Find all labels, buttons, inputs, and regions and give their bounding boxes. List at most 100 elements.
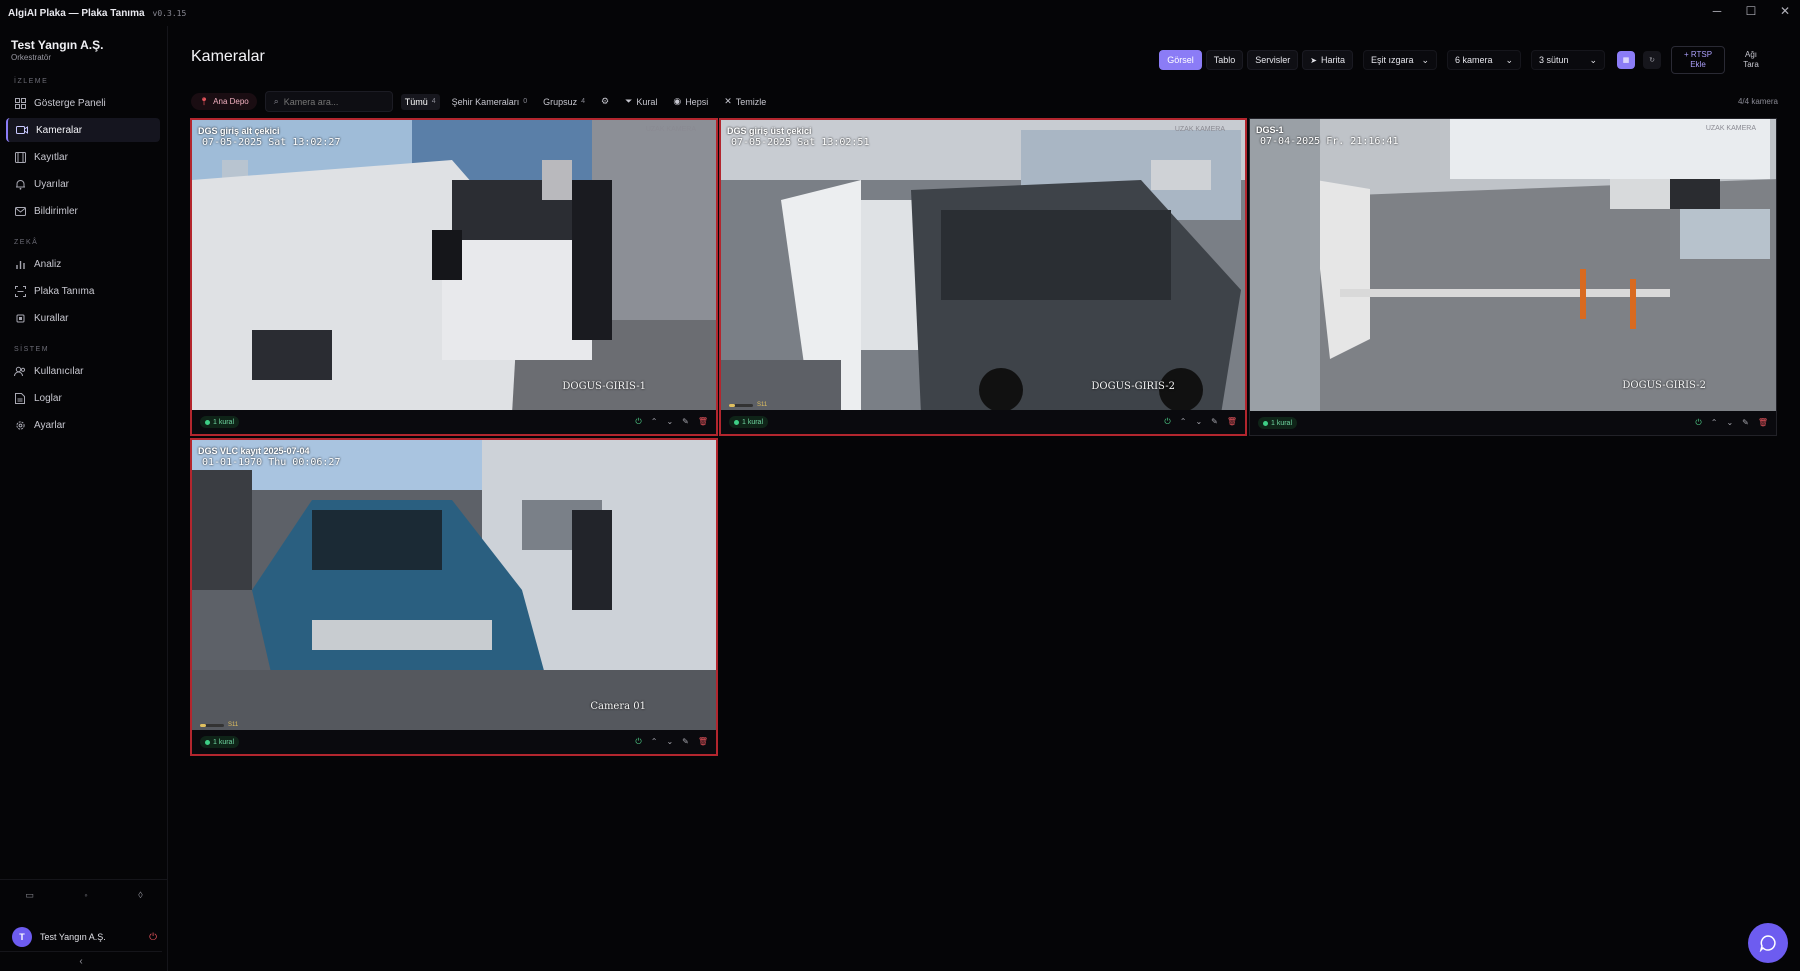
sidebar-item-notifications[interactable]: Bildirimler (6, 199, 160, 223)
rule-badge-label: 1 kural (1271, 419, 1293, 427)
chevron-down-icon: ⌄ (1421, 54, 1429, 65)
sidebar-item-label: Ayarlar (34, 419, 66, 431)
clear-filters-button[interactable]: ✕ Temizle (720, 94, 770, 110)
rule-badge[interactable]: 1 kural (200, 416, 240, 428)
view-visual-button[interactable]: Görsel (1159, 50, 1202, 70)
trash-icon[interactable]: 🗑︎ (1758, 418, 1768, 428)
camera-name: DGS VLC kayıt 2025-07-04 (198, 446, 310, 456)
refresh-button[interactable]: ↻ (1643, 51, 1661, 69)
chat-button[interactable] (1748, 923, 1788, 963)
chevron-down-icon[interactable]: ⌄ (1195, 417, 1202, 427)
sidebar-item-users[interactable]: Kullanıcılar (6, 359, 160, 383)
rule-badge[interactable]: 1 kural (1258, 417, 1298, 429)
camera-feed[interactable]: DGS-1 07-04-2025 Fr. 21:16:41 UZAK KAMER… (1250, 119, 1776, 413)
chevron-down-icon[interactable]: ⌄ (1726, 418, 1733, 428)
view-map-button[interactable]: ➤ Harita (1302, 50, 1353, 70)
filter-tab-all[interactable]: Tümü 4 (400, 93, 440, 110)
sidebar-item-rules[interactable]: Kurallar (6, 306, 160, 330)
rule-badge[interactable]: 1 kural (200, 736, 240, 748)
group-settings-button[interactable]: ⚙︎ (597, 94, 613, 110)
status-dot (205, 739, 210, 745)
camera-tile[interactable]: DGS-1 07-04-2025 Fr. 21:16:41 UZAK KAMER… (1249, 118, 1777, 436)
camera-count-select[interactable]: 6 kamera ⌄ (1447, 50, 1521, 70)
view-table-button[interactable]: Tablo (1205, 50, 1244, 70)
chevron-up-icon[interactable]: ⌃ (1180, 417, 1187, 427)
alarm-icon[interactable]: ◊ (138, 890, 142, 901)
trash-icon[interactable]: 🗑︎ (698, 737, 708, 747)
pin-icon: 📍︎ (199, 97, 210, 106)
chevron-up-icon[interactable]: ⌃ (1711, 418, 1718, 428)
filter-tab-city[interactable]: Şehir Kameraları 0 (448, 94, 531, 110)
signal-label: S11 (228, 722, 239, 728)
video-icon (16, 124, 28, 136)
power-icon[interactable]: ⏻ (635, 737, 641, 747)
edit-icon[interactable]: ✎ (1211, 417, 1218, 427)
sidebar-item-analysis[interactable]: Analiz (6, 252, 160, 276)
grid-view-toggle[interactable]: ▦ (1617, 51, 1635, 69)
cpu-icon (14, 312, 26, 324)
camera-tile[interactable]: DGS giriş üst çekici 07-05-2025 Sat 13:0… (719, 118, 1247, 436)
warehouse-label: Ana Depo (213, 97, 249, 106)
sidebar: Test Yangın A.Ş. Orkestratör İZLEME Göst… (0, 26, 168, 971)
sidebar-item-settings[interactable]: Ayarlar (6, 413, 160, 437)
camera-feed[interactable]: DGS giriş alt çekici 07-05-2025 Sat 13:0… (192, 120, 716, 414)
org-block: Test Yangın A.Ş. Orkestratör (0, 26, 167, 62)
trash-icon[interactable]: 🗑︎ (698, 417, 708, 427)
rule-badge[interactable]: 1 kural (729, 416, 769, 428)
signal-label: S11 (757, 402, 768, 408)
sidebar-item-alerts[interactable]: Uyarılar (6, 172, 160, 196)
camera-feed[interactable]: DGS giriş üst çekici 07-05-2025 Sat 13:0… (721, 120, 1245, 414)
camera-feed[interactable]: DGS VLC kayıt 2025-07-04 01-01-1970 Thu … (192, 440, 716, 734)
sidebar-item-label: Gösterge Paneli (34, 97, 106, 109)
filter-tab-label: Tümü (404, 96, 428, 107)
grid-icon (14, 97, 26, 109)
power-icon[interactable]: ⏻ (1164, 417, 1170, 427)
chevron-up-icon[interactable]: ⌃ (651, 417, 658, 427)
signal-bar (729, 403, 753, 407)
maximize-icon[interactable]: ☐ (1744, 4, 1758, 18)
filter-tab-ungrouped[interactable]: Grupsuz 4 (539, 94, 589, 110)
column-select-value: 3 sütun (1539, 55, 1569, 65)
user-profile[interactable]: T Test Yangın A.Ş. ⏻ (12, 927, 157, 947)
location-icon[interactable]: ◦ (84, 890, 87, 901)
edit-icon[interactable]: ✎ (682, 417, 689, 427)
chevron-down-icon[interactable]: ⌄ (666, 737, 673, 747)
signal-indicator: S11 (200, 722, 238, 728)
monitor-icon[interactable]: ▭ (25, 890, 34, 901)
search-input[interactable] (283, 96, 384, 107)
camera-footer: 1 kural ⏻ ⌃ ⌄ ✎ 🗑︎ (1250, 411, 1776, 435)
minimize-icon[interactable]: ─ (1710, 4, 1724, 18)
sidebar-item-plate[interactable]: Plaka Tanıma (6, 279, 160, 303)
camera-osd-label: DOGUS-GIRIS-2 (1091, 381, 1175, 392)
sidebar-item-label: Kameralar (36, 124, 83, 136)
chevron-left-icon: ‹ (79, 956, 83, 967)
edit-icon[interactable]: ✎ (1742, 418, 1749, 428)
collapse-sidebar-button[interactable]: ‹ (0, 951, 162, 971)
close-icon: ✕ (724, 96, 732, 106)
edit-icon[interactable]: ✎ (682, 737, 689, 747)
warehouse-chip[interactable]: 📍︎ Ana Depo (191, 93, 257, 110)
view-services-button[interactable]: Servisler (1247, 50, 1299, 70)
trash-icon[interactable]: 🗑︎ (1227, 417, 1237, 427)
layout-select-value: Eşit ızgara (1371, 55, 1414, 65)
layout-select[interactable]: Eşit ızgara ⌄ (1363, 50, 1437, 70)
add-rtsp-button[interactable]: + RTSP Ekle (1671, 46, 1725, 74)
camera-search[interactable]: ⌕ (264, 91, 393, 112)
sidebar-item-recordings[interactable]: Kayıtlar (6, 145, 160, 169)
sidebar-item-logs[interactable]: Loglar (6, 386, 160, 410)
logout-icon[interactable]: ⏻ (149, 932, 157, 943)
power-icon[interactable]: ⏻ (635, 417, 641, 427)
chevron-down-icon[interactable]: ⌄ (666, 417, 673, 427)
scan-network-button[interactable]: Ağı Tara (1733, 50, 1769, 70)
camera-tile[interactable]: DGS giriş alt çekici 07-05-2025 Sat 13:0… (190, 118, 718, 436)
user-name: Test Yangın A.Ş. (40, 932, 106, 942)
sidebar-item-cameras[interactable]: Kameralar (6, 118, 160, 142)
close-icon[interactable]: ✕ (1778, 4, 1792, 18)
camera-tile[interactable]: DGS VLC kayıt 2025-07-04 01-01-1970 Thu … (190, 438, 718, 756)
chevron-up-icon[interactable]: ⌃ (651, 737, 658, 747)
visibility-filter-button[interactable]: ◉ Hepsi (669, 94, 712, 110)
power-icon[interactable]: ⏻ (1695, 418, 1701, 428)
sidebar-item-dashboard[interactable]: Gösterge Paneli (6, 91, 160, 115)
column-select[interactable]: 3 sütun ⌄ (1531, 50, 1605, 70)
rule-filter-button[interactable]: ⏷ Kural (621, 94, 661, 110)
